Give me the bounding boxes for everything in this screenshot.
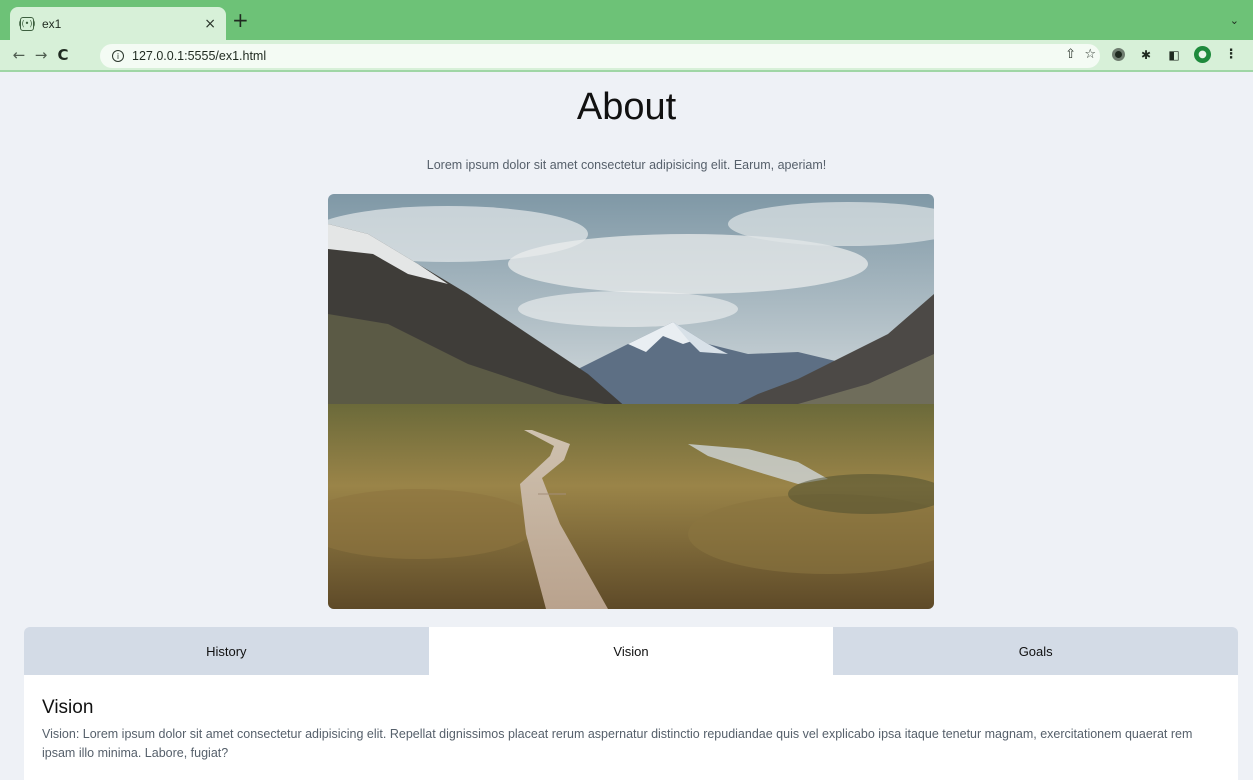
page-subtitle: Lorem ipsum dolor sit amet consectetur a…: [426, 158, 827, 172]
reload-icon[interactable]: C: [52, 46, 74, 64]
tab-panel: Vision Vision: Lorem ipsum dolor sit ame…: [24, 675, 1238, 780]
profile-avatar-icon[interactable]: ●: [1194, 46, 1211, 63]
page-title: About: [576, 86, 677, 128]
tab-goals[interactable]: Goals: [833, 627, 1238, 675]
extension-icon[interactable]: [1110, 47, 1126, 63]
bookmark-star-icon[interactable]: ☆: [1084, 47, 1096, 62]
close-tab-icon[interactable]: ×: [204, 16, 216, 32]
tab-history[interactable]: History: [24, 627, 429, 675]
browser-tab[interactable]: ((•)) ex1 ×: [10, 7, 226, 40]
address-bar[interactable]: i 127.0.0.1:5555/ex1.html ⇧ ☆: [100, 44, 1100, 68]
hero-image: [328, 194, 934, 609]
tab-vision[interactable]: Vision: [428, 627, 834, 675]
side-panel-icon[interactable]: ◧: [1166, 47, 1182, 63]
back-arrow-icon[interactable]: ←: [8, 46, 30, 64]
panel-text: Vision: Lorem ipsum dolor sit amet conse…: [42, 727, 1193, 760]
tab-bar: History Vision Goals: [24, 627, 1238, 675]
radio-icon: ((•)): [18, 16, 36, 31]
puzzle-icon[interactable]: ✱: [1138, 47, 1154, 63]
forward-arrow-icon[interactable]: →: [30, 46, 52, 64]
share-icon[interactable]: ⇧: [1065, 47, 1076, 62]
panel-title: Vision: [42, 697, 94, 718]
new-tab-icon[interactable]: +: [232, 10, 249, 30]
chevron-down-icon[interactable]: ⌄: [1230, 14, 1239, 27]
info-icon[interactable]: i: [112, 50, 124, 62]
browser-toolbar: ← → C i 127.0.0.1:5555/ex1.html ⇧ ☆ ✱ ◧ …: [0, 40, 1253, 72]
url-text[interactable]: 127.0.0.1:5555/ex1.html: [132, 49, 266, 63]
extension-icons: ✱ ◧ ● ⋮: [1110, 46, 1239, 63]
browser-tab-title: ex1: [42, 16, 62, 31]
browser-tab-strip: ((•)) ex1 × + ⌄: [0, 0, 1253, 40]
more-menu-icon[interactable]: ⋮: [1223, 47, 1239, 63]
mountain-landscape-image: [328, 194, 934, 609]
